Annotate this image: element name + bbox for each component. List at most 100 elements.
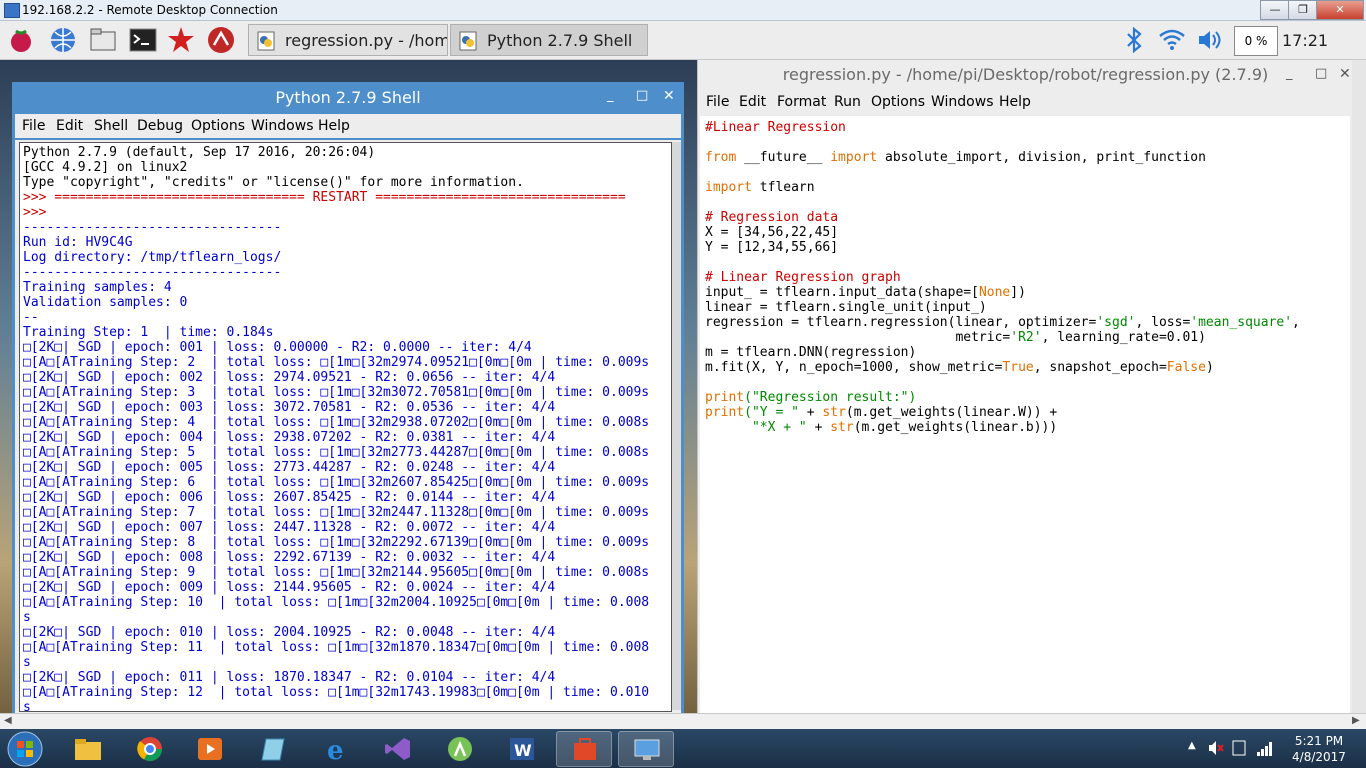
shell-line: [GCC 4.9.2] on linux2 (23, 160, 188, 175)
shell-menu-help[interactable]: Help (318, 118, 350, 134)
shell-output[interactable]: Python 2.7.9 (default, Sep 17 2016, 20:2… (19, 142, 672, 712)
media-player-taskbar-button[interactable] (182, 731, 238, 767)
svg-text:e: e (327, 736, 344, 762)
system-clock[interactable]: 5:21 PM 4/8/2017 (1284, 733, 1354, 765)
shell-line: Validation samples: 0 (23, 295, 188, 310)
code-token: ("Regression result:") (744, 390, 917, 405)
code-line: import tflearn (705, 180, 1300, 195)
editor-title-bar[interactable]: regression.py - /home/pi/Desktop/robot/r… (698, 60, 1353, 88)
editor-maximize-button[interactable]: □ (1315, 66, 1327, 81)
minimize-button[interactable]: — (1260, 0, 1290, 20)
word-taskbar-button[interactable]: W (494, 731, 550, 767)
editor-close-button[interactable]: ✕ (1339, 66, 1351, 82)
code-token: str (822, 405, 846, 420)
shell-line: Run id: HV9C4G (23, 235, 133, 250)
shell-menu-shell[interactable]: Shell (94, 118, 128, 134)
code-token: m.fit(X, Y, n_epoch=1000, show_metric= (705, 360, 1003, 375)
action-center-icon[interactable] (1232, 740, 1246, 756)
wifi-icon[interactable] (1158, 27, 1186, 53)
mathematica-icon[interactable] (166, 25, 196, 55)
scroll-left-arrow-icon[interactable]: ◀ (4, 715, 12, 726)
android-studio-taskbar-button[interactable] (432, 731, 488, 767)
editor-menu-run[interactable]: Run (834, 94, 861, 110)
remote-desktop-taskbar-button[interactable] (618, 731, 674, 767)
code-token: True (1002, 360, 1034, 375)
wolfram-icon[interactable] (206, 25, 236, 55)
rdp-horizontal-scrollbar[interactable]: ◀ ▶ (0, 713, 1366, 730)
shell-menu-windows[interactable]: Windows (251, 118, 314, 134)
visual-studio-taskbar-button[interactable] (370, 731, 426, 767)
editor-menu-format[interactable]: Format (777, 94, 826, 110)
shell-line: □[A□[ATraining Step: 2 | total loss: □[1… (23, 355, 650, 370)
editor-menu-windows[interactable]: Windows (931, 94, 994, 110)
shell-close-button[interactable]: ✕ (663, 88, 675, 104)
shell-menu-options[interactable]: Options (191, 118, 245, 134)
editor-menu-edit[interactable]: Edit (739, 94, 766, 110)
raspberry-menu-icon[interactable] (6, 25, 36, 55)
chrome-icon (137, 737, 162, 762)
shell-minimize-button[interactable]: _ (607, 88, 614, 103)
shell-line: □[A□[ATraining Step: 4 | total loss: □[1… (23, 415, 650, 430)
internet-explorer-icon: e (327, 736, 344, 762)
task-regression-py[interactable]: regression.py - /hom... (248, 24, 448, 56)
shell-line: □[2K□| SGD | epoch: 007 | loss: 2447.113… (23, 520, 556, 535)
code-token: X = [34,56,22,45] (705, 225, 839, 240)
scroll-right-arrow-icon[interactable]: ▶ (1352, 715, 1360, 726)
show-hidden-icons-icon[interactable]: ▲ (1188, 740, 1196, 751)
maximize-button[interactable]: ❐ (1288, 0, 1318, 20)
ie-taskbar-button[interactable]: e (308, 731, 364, 767)
code-token: print (705, 390, 745, 405)
network-signal-icon[interactable] (1256, 740, 1274, 756)
bluetooth-icon[interactable] (1124, 27, 1144, 53)
shell-vertical-scrollbar[interactable] (672, 142, 681, 710)
start-button-icon[interactable] (6, 730, 44, 768)
code-line: X = [34,56,22,45] (705, 225, 1300, 240)
terminal-icon[interactable] (128, 25, 158, 55)
chrome-taskbar-button[interactable] (122, 731, 178, 767)
editor-menu-options[interactable]: Options (871, 94, 925, 110)
code-token: input_ = tflearn.input_data(shape=[ (705, 285, 979, 300)
explorer-taskbar-button[interactable] (60, 731, 116, 767)
shell-line: □[A□[ATraining Step: 9 | total loss: □[1… (23, 565, 650, 580)
shell-menu-edit[interactable]: Edit (56, 118, 83, 134)
folder-icon (75, 739, 101, 760)
shell-title-bar[interactable]: Python 2.7.9 Shell (12, 82, 684, 112)
web-browser-icon[interactable] (48, 25, 78, 55)
shell-line: Log directory: /tmp/tflearn_logs/ (23, 250, 282, 265)
shell-line: □[A□[ATraining Step: 10 | total loss: □[… (23, 595, 650, 610)
shell-line: □[A□[ATraining Step: 7 | total loss: □[1… (23, 505, 650, 520)
remote-app-taskbar-button[interactable] (556, 731, 612, 767)
notepad-taskbar-button[interactable] (246, 731, 302, 767)
task-python-shell[interactable]: Python 2.7.9 Shell (450, 24, 648, 56)
shell-line: □[A□[ATraining Step: 12 | total loss: □[… (23, 685, 650, 700)
code-line: m.fit(X, Y, n_epoch=1000, show_metric=Tr… (705, 360, 1300, 375)
editor-code-area[interactable]: #Linear Regression from __future__ impor… (700, 116, 1350, 714)
code-token: import (705, 180, 752, 195)
code-line: regression = tflearn.regression(linear, … (705, 315, 1300, 330)
code-line: print("Y = " + str(m.get_weights(linear.… (705, 405, 1300, 420)
editor-minimize-button[interactable]: _ (1286, 66, 1293, 81)
shell-menu-debug[interactable]: Debug (137, 118, 183, 134)
shell-line: □[2K□| SGD | epoch: 005 | loss: 2773.442… (23, 460, 556, 475)
code-token: from (705, 150, 737, 165)
code-token: ("Y = " (744, 405, 799, 420)
shell-output-text: Python 2.7.9 (default, Sep 17 2016, 20:2… (23, 145, 650, 711)
rdp-title-bar[interactable]: 192.168.2.2 - Remote Desktop Connection … (0, 0, 1366, 21)
code-line: Y = [12,34,55,66] (705, 240, 1300, 255)
volume-muted-icon[interactable] (1208, 740, 1224, 756)
close-button[interactable]: ✕ (1316, 0, 1364, 20)
shell-line: □[A□[ATraining Step: 3 | total loss: □[1… (23, 385, 650, 400)
file-manager-icon[interactable] (88, 25, 118, 55)
editor-menu-help[interactable]: Help (999, 94, 1031, 110)
volume-icon[interactable] (1196, 27, 1224, 53)
code-line: print("Regression result:") (705, 390, 1300, 405)
shell-menu-file[interactable]: File (22, 118, 45, 134)
shell-maximize-button[interactable]: □ (636, 88, 648, 103)
editor-menu-file[interactable]: File (706, 94, 729, 110)
code-line: from __future__ import absolute_import, … (705, 150, 1300, 165)
rdp-vertical-scrollbar[interactable] (1352, 60, 1366, 716)
